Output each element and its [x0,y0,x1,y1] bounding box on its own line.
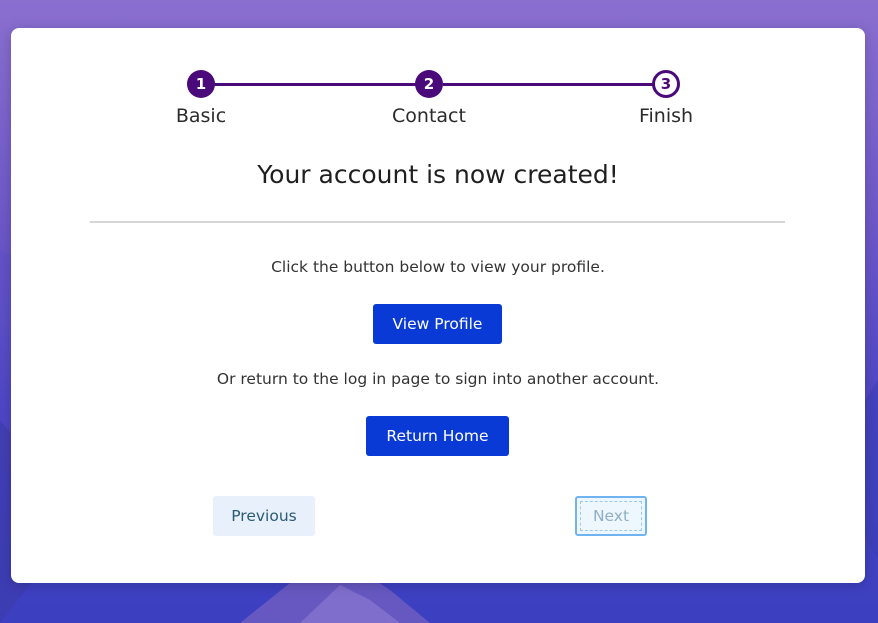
profile-message: Click the button below to view your prof… [271,258,605,276]
step-3-label: Finish [638,105,694,127]
page-title: Your account is now created! [257,160,619,189]
step-connector-2-3 [443,83,653,86]
view-profile-button[interactable]: View Profile [373,304,502,344]
step-1-indicator: 1 [187,70,215,98]
previous-button-label: Previous [231,507,297,525]
divider [90,221,785,223]
step-2-number: 2 [423,75,435,93]
next-button-label: Next [592,507,630,525]
step-2-label: Contact [392,105,466,127]
step-1-label: Basic [175,105,227,127]
step-1-number: 1 [195,75,207,93]
step-3-number: 3 [660,75,672,93]
step-3-indicator: 3 [652,70,680,98]
next-button[interactable]: Next [575,496,647,536]
step-2-indicator: 2 [415,70,443,98]
login-message: Or return to the log in page to sign int… [216,370,660,388]
signup-wizard-card: 1 2 3 Basic Contact Finish Your account … [11,28,865,583]
step-connector-1-2 [214,83,420,86]
return-home-button[interactable]: Return Home [366,416,509,456]
previous-button[interactable]: Previous [213,496,315,536]
